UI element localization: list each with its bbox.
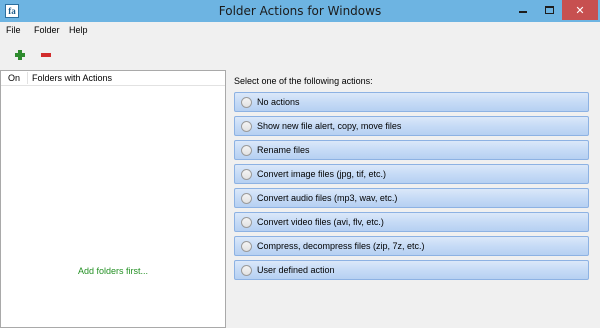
client-area: File Folder Help On Folders with Actions… xyxy=(0,22,600,328)
close-icon: ✕ xyxy=(575,3,585,17)
actions-pane: Select one of the following actions: No … xyxy=(228,70,600,328)
minimize-icon xyxy=(519,11,527,13)
action-label: Convert image files (jpg, tif, etc.) xyxy=(257,169,387,179)
maximize-button[interactable] xyxy=(536,0,562,20)
radio-icon[interactable] xyxy=(241,192,252,204)
action-label: Compress, decompress files (zip, 7z, etc… xyxy=(257,241,425,251)
maximize-icon xyxy=(544,6,554,14)
radio-icon[interactable] xyxy=(241,168,252,180)
action-label: Show new file alert, copy, move files xyxy=(257,121,402,131)
action-label: User defined action xyxy=(257,265,335,275)
title-bar[interactable]: fa Folder Actions for Windows ✕ xyxy=(0,0,600,22)
action-option-no-actions[interactable]: No actions xyxy=(234,92,589,112)
list-header: On Folders with Actions xyxy=(1,71,225,86)
action-option-convert-image[interactable]: Convert image files (jpg, tif, etc.) xyxy=(234,164,589,184)
action-option-user-defined[interactable]: User defined action xyxy=(234,260,589,280)
radio-icon[interactable] xyxy=(241,216,252,228)
action-label: Convert video files (avi, flv, etc.) xyxy=(257,217,384,227)
column-divider[interactable] xyxy=(27,72,28,84)
radio-icon[interactable] xyxy=(241,240,252,252)
app-window: fa Folder Actions for Windows ✕ File Fol… xyxy=(0,0,600,328)
action-label: No actions xyxy=(257,97,300,107)
action-option-convert-video[interactable]: Convert video files (avi, flv, etc.) xyxy=(234,212,589,232)
toolbar xyxy=(0,42,600,70)
radio-icon[interactable] xyxy=(241,264,252,276)
menu-bar: File Folder Help xyxy=(0,22,600,38)
add-folder-button[interactable] xyxy=(11,46,29,64)
remove-folder-button[interactable] xyxy=(37,46,55,64)
action-option-rename[interactable]: Rename files xyxy=(234,140,589,160)
action-option-alert-copy-move[interactable]: Show new file alert, copy, move files xyxy=(234,116,589,136)
column-on[interactable]: On xyxy=(8,73,20,83)
column-folders[interactable]: Folders with Actions xyxy=(32,73,112,83)
menu-folder[interactable]: Folder xyxy=(34,23,60,37)
close-button[interactable]: ✕ xyxy=(562,0,598,20)
folders-list[interactable]: On Folders with Actions Add folders firs… xyxy=(0,70,226,328)
menu-file[interactable]: File xyxy=(6,23,21,37)
minimize-button[interactable] xyxy=(510,0,536,20)
plus-icon xyxy=(11,46,29,64)
minus-icon xyxy=(41,53,51,57)
radio-icon[interactable] xyxy=(241,96,252,108)
radio-icon[interactable] xyxy=(241,144,252,156)
menu-help[interactable]: Help xyxy=(69,23,88,37)
action-option-compress[interactable]: Compress, decompress files (zip, 7z, etc… xyxy=(234,236,589,256)
action-option-convert-audio[interactable]: Convert audio files (mp3, wav, etc.) xyxy=(234,188,589,208)
actions-prompt: Select one of the following actions: xyxy=(234,76,373,86)
action-label: Rename files xyxy=(257,145,310,155)
action-label: Convert audio files (mp3, wav, etc.) xyxy=(257,193,398,203)
empty-list-hint: Add folders first... xyxy=(77,266,149,276)
radio-icon[interactable] xyxy=(241,120,252,132)
